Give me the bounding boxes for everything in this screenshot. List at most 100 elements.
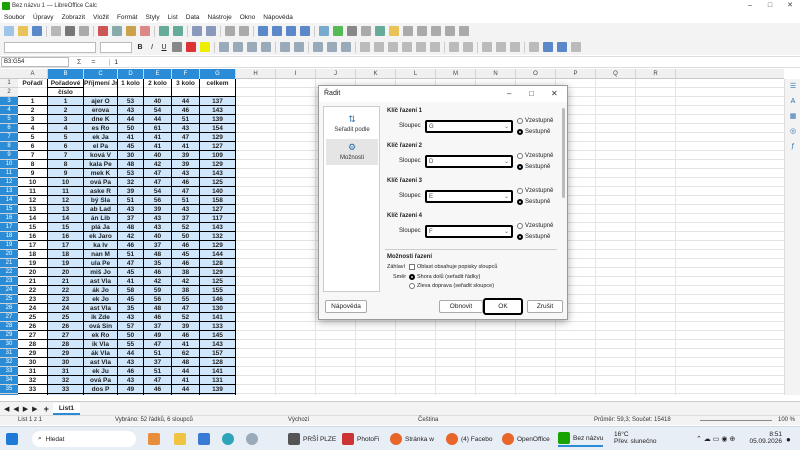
valign-bottom-icon[interactable]: [341, 42, 351, 52]
sort-key-3-select[interactable]: E ⌄: [425, 190, 513, 203]
table-cell[interactable]: 43: [172, 169, 200, 178]
table-cell[interactable]: 39: [118, 187, 144, 196]
sort-key-4-descending[interactable]: Sestupně: [517, 234, 550, 240]
table-cell[interactable]: 1: [48, 97, 84, 106]
table-cell[interactable]: 52: [172, 223, 200, 232]
column-header-p[interactable]: P: [556, 69, 596, 79]
open-icon[interactable]: [18, 26, 28, 36]
table-cell[interactable]: 29: [18, 349, 48, 358]
table-cell[interactable]: 1: [18, 97, 48, 106]
strikethrough-icon[interactable]: [172, 42, 182, 52]
properties-icon[interactable]: ☰: [788, 82, 798, 92]
table-cell[interactable]: 44: [172, 97, 200, 106]
explorer-icon[interactable]: [174, 431, 189, 447]
table-cell[interactable]: 19: [48, 259, 84, 268]
paste-icon[interactable]: [126, 26, 136, 36]
valign-top-icon[interactable]: [313, 42, 323, 52]
table-cell[interactable]: 5: [18, 133, 48, 142]
table-cell[interactable]: 46: [172, 178, 200, 187]
row-header[interactable]: 26: [0, 304, 18, 313]
chart-icon[interactable]: [333, 26, 343, 36]
table-cell[interactable]: 6: [18, 142, 48, 151]
table-cell[interactable]: 61: [144, 124, 172, 133]
row-header[interactable]: 34: [0, 376, 18, 385]
split-icon[interactable]: [445, 26, 455, 36]
menu-data[interactable]: Data: [186, 14, 200, 21]
text-direction-rtl-icon[interactable]: [557, 42, 567, 52]
table-cell[interactable]: 42: [172, 277, 200, 286]
highlight-icon[interactable]: [200, 42, 210, 52]
table-cell[interactable]: 144: [200, 250, 236, 259]
table-cell[interactable]: 47: [144, 376, 172, 385]
hyperlink-icon[interactable]: [375, 26, 385, 36]
table-cell[interactable]: 19: [18, 259, 48, 268]
clone-icon[interactable]: [140, 26, 150, 36]
justify-icon[interactable]: [261, 42, 271, 52]
header-cell-poradove[interactable]: Pořadové: [48, 79, 84, 88]
table-cell[interactable]: 37: [144, 241, 172, 250]
taskbar-item-photofi[interactable]: PhotoFi: [342, 431, 379, 447]
row-header[interactable]: 21: [0, 259, 18, 268]
table-cell[interactable]: 51: [118, 250, 144, 259]
gallery-icon[interactable]: ▦: [788, 112, 798, 122]
nav-sort-criteria[interactable]: ⇅ Seřadit podle: [326, 111, 378, 137]
taskbar-search[interactable]: ⌕ Hledat: [32, 431, 136, 447]
table-cell[interactable]: 16: [48, 232, 84, 241]
row-header[interactable]: 16: [0, 214, 18, 223]
column-icon[interactable]: [239, 26, 249, 36]
table-cell[interactable]: 46: [172, 106, 200, 115]
conditional-icon[interactable]: [529, 42, 539, 52]
header-cell-kolo3[interactable]: 3 kolo: [172, 79, 200, 97]
table-cell[interactable]: 41: [172, 376, 200, 385]
table-cell[interactable]: 20: [18, 268, 48, 277]
valign-middle-icon[interactable]: [327, 42, 337, 52]
header-cell-poradi[interactable]: Pořadí: [18, 79, 48, 97]
table-cell[interactable]: 41: [172, 142, 200, 151]
sort-key-1-ascending[interactable]: Vzestupně: [517, 118, 553, 124]
table-cell[interactable]: 127: [200, 142, 236, 151]
table-cell[interactable]: 55: [172, 295, 200, 304]
table-cell[interactable]: ek Jaro: [84, 232, 118, 241]
row-header[interactable]: 35: [0, 385, 18, 394]
table-cell[interactable]: 28: [48, 340, 84, 349]
table-cell[interactable]: 21: [48, 277, 84, 286]
table-cell[interactable]: 18: [48, 250, 84, 259]
table-cell[interactable]: 53: [118, 169, 144, 178]
table-cell[interactable]: 50: [118, 331, 144, 340]
navigator-icon[interactable]: ◎: [788, 127, 798, 137]
table-cell[interactable]: 133: [200, 322, 236, 331]
table-cell[interactable]: 18: [18, 250, 48, 259]
special-char-icon[interactable]: [361, 26, 371, 36]
table-cell[interactable]: 48: [144, 250, 172, 259]
table-cell[interactable]: 25: [18, 313, 48, 322]
table-cell[interactable]: 45: [118, 268, 144, 277]
sort-key-3-ascending[interactable]: Vzestupně: [517, 188, 553, 194]
row-header[interactable]: 12: [0, 178, 18, 187]
table-cell[interactable]: 52: [172, 313, 200, 322]
prev-sheet-icon[interactable]: ◀: [13, 405, 18, 413]
undo-icon[interactable]: [159, 26, 169, 36]
border-style-icon[interactable]: [496, 42, 506, 52]
sort-key-2-select[interactable]: D ⌄: [425, 155, 513, 168]
table-cell[interactable]: 44: [118, 115, 144, 124]
column-header-f[interactable]: F: [172, 69, 200, 79]
table-cell[interactable]: 47: [144, 178, 172, 187]
table-cell[interactable]: ek Ju: [84, 367, 118, 376]
number-format-icon[interactable]: [388, 42, 398, 52]
maximize-button[interactable]: □: [760, 0, 780, 12]
table-cell[interactable]: 20: [48, 268, 84, 277]
table-cell[interactable]: 46: [118, 367, 144, 376]
row-header[interactable]: 11: [0, 169, 18, 178]
menu-help[interactable]: Nápověda: [263, 14, 293, 21]
table-cell[interactable]: ek Jo: [84, 295, 118, 304]
table-cell[interactable]: 46: [172, 331, 200, 340]
header-cell-jmeno[interactable]: Příjmení Jm: [84, 79, 118, 97]
pivot-icon[interactable]: [347, 26, 357, 36]
equals-icon[interactable]: =: [91, 59, 95, 66]
table-cell[interactable]: 57: [118, 394, 144, 395]
table-cell[interactable]: 41: [144, 142, 172, 151]
tray-icons[interactable]: ⌃ ☁ ▭ ◉ ⊕: [696, 431, 735, 447]
table-cell[interactable]: 38: [172, 286, 200, 295]
table-cell[interactable]: 10: [48, 178, 84, 187]
table-cell[interactable]: 47: [118, 259, 144, 268]
